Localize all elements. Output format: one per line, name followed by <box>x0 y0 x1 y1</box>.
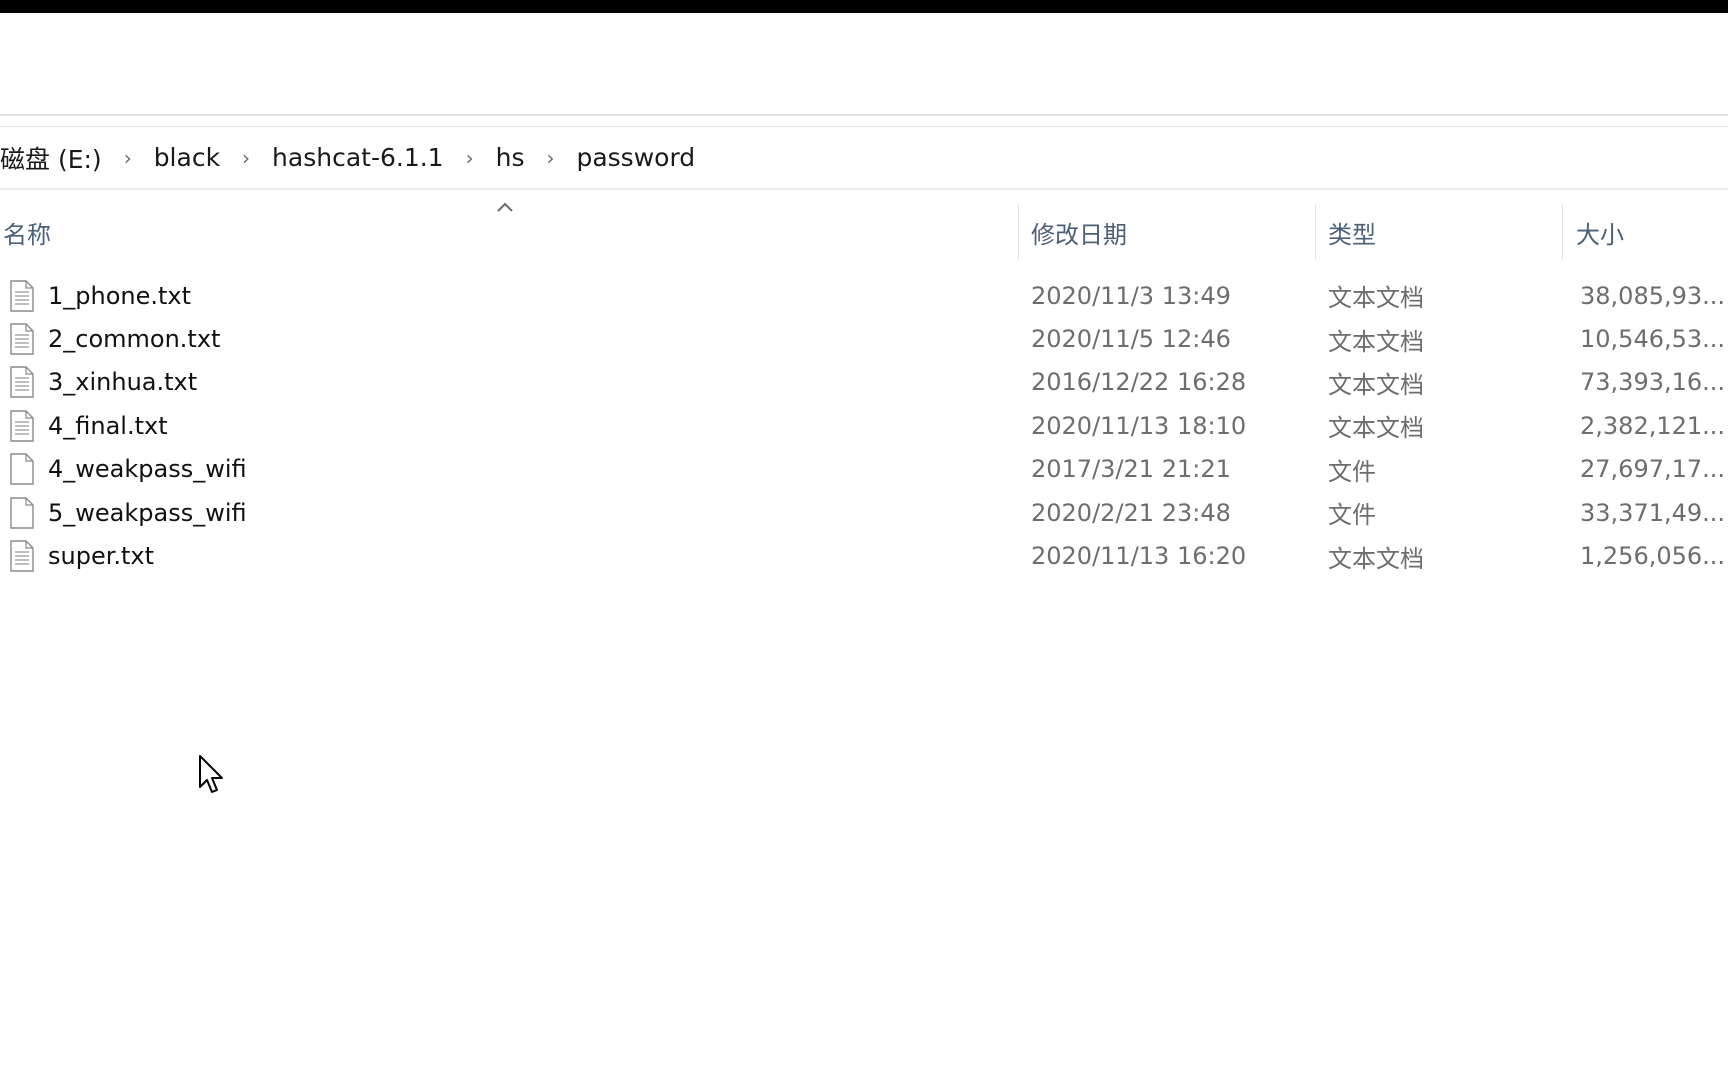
file-type: 文本文档 <box>1328 414 1424 443</box>
file-name-cell: 1_phone.txt <box>8 274 191 317</box>
file-name-cell: 2_common.txt <box>8 317 220 360</box>
column-header-name-label: 名称 <box>3 220 51 249</box>
file-date: 2016/12/22 16:28 <box>1031 368 1247 397</box>
breadcrumb[interactable]: 磁盘 (E:) › black › hashcat-6.1.1 › hs › p… <box>0 127 1728 188</box>
file-size: 10,546,53... <box>1580 325 1726 354</box>
file-name-cell: 3_xinhua.txt <box>8 361 197 404</box>
column-header-name[interactable]: 名称 <box>3 200 1013 264</box>
file-date: 2020/11/13 18:10 <box>1031 411 1247 440</box>
column-header-size[interactable]: 大小 <box>1576 200 1726 264</box>
file-date: 2020/2/21 23:48 <box>1031 498 1231 527</box>
file-name: 3_xinhua.txt <box>48 368 198 397</box>
chevron-right-icon[interactable]: › <box>444 146 496 170</box>
file-name-cell: super.txt <box>8 534 154 577</box>
file-date: 2020/11/13 16:20 <box>1031 542 1247 571</box>
file-date: 2017/3/21 21:21 <box>1031 455 1231 484</box>
file-size: 38,085,93... <box>1580 281 1726 310</box>
file-name: 5_weakpass_wifi <box>48 498 247 527</box>
file-name-cell: 5_weakpass_wifi <box>8 491 247 534</box>
file-date: 2020/11/5 12:46 <box>1031 325 1231 354</box>
column-divider[interactable] <box>1562 204 1563 260</box>
blank-file-icon <box>10 453 34 485</box>
column-divider[interactable] <box>1018 204 1019 260</box>
divider <box>0 188 1728 190</box>
text-file-icon <box>10 279 34 312</box>
file-name: 4_weakpass_wifi <box>48 455 247 484</box>
file-row[interactable]: 4_final.txt 2020/11/13 18:10 文本文档 2,382,… <box>0 404 1728 447</box>
column-header-date[interactable]: 修改日期 <box>1031 200 1311 264</box>
file-type: 文本文档 <box>1328 284 1424 313</box>
file-type: 文本文档 <box>1328 370 1424 399</box>
file-row[interactable]: 5_weakpass_wifi 2020/2/21 23:48 文件 33,37… <box>0 491 1728 534</box>
breadcrumb-item-black[interactable]: black <box>154 143 220 172</box>
file-name: super.txt <box>48 542 155 571</box>
file-name: 1_phone.txt <box>48 281 192 310</box>
window-top-edge <box>0 0 1728 13</box>
column-header-type[interactable]: 类型 <box>1328 200 1558 264</box>
text-file-icon <box>10 323 34 355</box>
file-name: 2_common.txt <box>48 325 221 354</box>
file-size: 1,256,056... <box>1580 542 1726 571</box>
file-size: 27,697,17... <box>1580 455 1726 484</box>
breadcrumb-item-hashcat[interactable]: hashcat-6.1.1 <box>272 143 444 172</box>
text-file-icon <box>10 540 34 572</box>
column-divider[interactable] <box>1315 204 1316 260</box>
file-name-cell: 4_weakpass_wifi <box>8 448 247 491</box>
chevron-right-icon[interactable]: › <box>102 146 154 170</box>
file-date: 2020/11/3 13:49 <box>1031 281 1231 310</box>
column-header-type-label: 类型 <box>1328 220 1376 249</box>
file-type: 文件 <box>1328 501 1376 530</box>
file-row[interactable]: 4_weakpass_wifi 2017/3/21 21:21 文件 27,69… <box>0 448 1728 491</box>
file-name-cell: 4_final.txt <box>8 404 168 447</box>
column-header-date-label: 修改日期 <box>1031 220 1127 249</box>
file-list: 1_phone.txt 2020/11/3 13:49 文本文档 38,085,… <box>0 274 1728 578</box>
breadcrumb-item-drive[interactable]: 磁盘 (E:) <box>0 140 102 176</box>
chevron-right-icon[interactable]: › <box>524 146 576 170</box>
ribbon-area <box>0 13 1728 114</box>
file-name: 4_final.txt <box>48 411 168 440</box>
text-file-icon <box>10 366 34 399</box>
file-row[interactable]: 1_phone.txt 2020/11/3 13:49 文本文档 38,085,… <box>0 274 1728 317</box>
file-type: 文件 <box>1328 457 1376 486</box>
file-size: 2,382,121... <box>1580 411 1726 440</box>
column-header-row: 名称 修改日期 类型 大小 <box>0 200 1728 264</box>
text-file-icon <box>10 410 34 442</box>
file-type: 文本文档 <box>1328 544 1424 573</box>
file-size: 73,393,16... <box>1580 368 1726 397</box>
file-row[interactable]: 3_xinhua.txt 2016/12/22 16:28 文本文档 73,39… <box>0 361 1728 404</box>
breadcrumb-item-password[interactable]: password <box>576 143 695 172</box>
chevron-right-icon[interactable]: › <box>220 146 272 170</box>
blank-file-icon <box>10 496 34 529</box>
mouse-pointer-icon <box>199 755 223 793</box>
file-row[interactable]: 2_common.txt 2020/11/5 12:46 文本文档 10,546… <box>0 317 1728 360</box>
file-row[interactable]: super.txt 2020/11/13 16:20 文本文档 1,256,05… <box>0 534 1728 577</box>
breadcrumb-item-hs[interactable]: hs <box>496 143 525 172</box>
divider <box>0 114 1728 116</box>
file-type: 文本文档 <box>1328 327 1424 356</box>
column-header-size-label: 大小 <box>1576 220 1624 249</box>
file-size: 33,371,49... <box>1580 498 1726 527</box>
